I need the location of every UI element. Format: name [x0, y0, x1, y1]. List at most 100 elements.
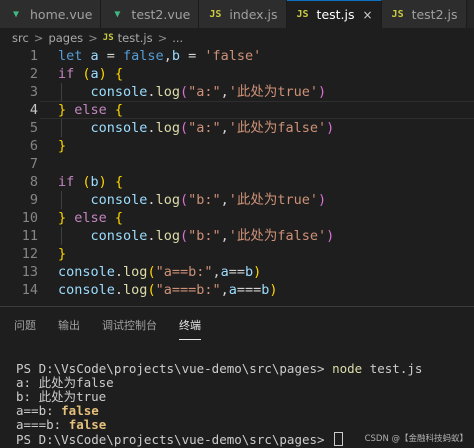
code-line[interactable]: 10} else {	[0, 209, 474, 227]
code-token: )	[326, 228, 335, 244]
code-token: console	[90, 192, 148, 208]
code-token: ,	[220, 84, 229, 100]
breadcrumb-separator: >	[88, 31, 98, 45]
code-token: .	[147, 192, 156, 208]
code-token: .	[114, 282, 124, 298]
js-icon: JS	[209, 8, 222, 20]
terminal-text: a: 此处为false	[16, 375, 114, 390]
code-text: let a = false,b = 'false'	[58, 47, 261, 65]
code-token: let	[58, 48, 91, 64]
code-token: "a==b:"	[155, 264, 213, 280]
panel-tab-0[interactable]: 问题	[14, 312, 36, 340]
code-token: console	[90, 120, 148, 136]
js-icon: JS	[391, 8, 404, 20]
code-line[interactable]: 7	[0, 155, 474, 173]
panel-divider	[0, 306, 474, 307]
line-number: 8	[29, 174, 38, 190]
code-token: console	[58, 264, 115, 280]
breadcrumb-pages[interactable]: pages	[48, 31, 83, 45]
code-token: ,	[220, 228, 229, 244]
tab-test2-js[interactable]: JS test2.js	[381, 0, 467, 28]
watermark: CSDN @【金融科技蚂蚁】	[364, 434, 468, 444]
terminal-text: false	[61, 403, 99, 418]
code-token: false	[123, 48, 164, 64]
tab-home-vue[interactable]: ▼ home.vue	[0, 0, 102, 28]
terminal-line: a: 此处为false	[16, 376, 466, 390]
tab-label: index.js	[229, 6, 278, 22]
panel-tab-2[interactable]: 调试控制台	[102, 312, 157, 340]
panel-tab-1[interactable]: 输出	[58, 312, 80, 340]
breadcrumb-symbol[interactable]: ...	[172, 31, 183, 45]
panel-tab-bar: 问题 输出 调试控制台 终端	[0, 312, 474, 340]
line-number: 3	[29, 84, 38, 100]
code-line[interactable]: 14 console.log("a===b:",a===b)	[0, 281, 474, 299]
code-token: "b:"	[188, 192, 221, 208]
code-line[interactable]: 4} else {	[0, 101, 474, 119]
close-icon[interactable]: ×	[363, 8, 373, 22]
tab-test2-vue[interactable]: ▼ test2.vue	[101, 0, 200, 28]
code-token: log	[123, 282, 148, 298]
code-token: ,	[220, 282, 229, 298]
code-line[interactable]: 11 console.log("b:",'此处为false')	[0, 227, 474, 245]
code-token: a	[90, 48, 99, 64]
code-token: )	[269, 282, 278, 298]
code-token: )	[98, 66, 107, 82]
code-token: log	[155, 120, 180, 136]
line-number: 5	[29, 120, 38, 136]
code-token: if	[58, 66, 83, 82]
terminal-line: b: 此处为true	[16, 390, 466, 404]
line-number: 6	[29, 138, 38, 154]
code-token: .	[147, 84, 156, 100]
code-line[interactable]: 1 let a = false,b = 'false'	[0, 47, 474, 65]
terminal-text: false	[68, 417, 107, 432]
code-line[interactable]: 9 console.log("b:",'此处为true')	[0, 191, 474, 209]
code-token: log	[155, 84, 180, 100]
code-line[interactable]: 12}	[0, 245, 474, 263]
code-text: console.log("a==b:",a==b)	[58, 263, 261, 281]
tab-test-js[interactable]: JS test.js ×	[286, 0, 382, 28]
line-number: 9	[29, 192, 38, 208]
code-line[interactable]: 13 console.log("a==b:",a==b)	[0, 263, 474, 281]
code-line[interactable]: 3 console.log("a:",'此处为true')	[0, 83, 474, 101]
line-number: 10	[21, 210, 38, 226]
code-token: =	[98, 48, 124, 64]
terminal-cursor	[334, 432, 344, 446]
line-number: 14	[21, 282, 38, 298]
code-token: else	[66, 102, 115, 118]
code-line[interactable]: 5 console.log("a:",'此处为false')	[0, 119, 474, 137]
code-token: console	[90, 228, 148, 244]
code-token: .	[147, 228, 156, 244]
code-line[interactable]: 8 if (b) {	[0, 173, 474, 191]
code-token: ,	[212, 264, 221, 280]
line-number: 12	[21, 246, 38, 262]
terminal-line: a===b: false	[16, 418, 466, 432]
vue-icon: ▼	[114, 8, 121, 20]
code-token: (	[179, 192, 189, 208]
breadcrumb-src[interactable]: src	[12, 31, 29, 45]
breadcrumb-file[interactable]: test.js	[118, 31, 153, 45]
code-token: 'false'	[204, 48, 262, 64]
code-token: (	[82, 174, 91, 190]
panel-tab-3[interactable]: 终端	[179, 312, 201, 340]
code-token: )	[253, 264, 262, 280]
code-text: }	[58, 137, 66, 155]
code-token: {	[114, 210, 124, 226]
code-token: console	[90, 84, 148, 100]
code-token: .	[114, 264, 124, 280]
code-line[interactable]: 6}	[0, 137, 474, 155]
code-editor[interactable]: 1 let a = false,b = 'false' 2 if (a) {3 con…	[0, 44, 474, 300]
breadcrumb-separator: >	[157, 31, 168, 45]
code-line[interactable]: 2 if (a) {	[0, 65, 474, 83]
code-token: log	[123, 264, 148, 280]
js-icon: JS	[296, 9, 309, 20]
line-number: 4	[29, 102, 38, 118]
terminal-line: a==b: false	[16, 404, 466, 418]
code-token: log	[155, 228, 180, 244]
tab-index-js[interactable]: JS index.js	[199, 0, 287, 28]
editor-tab-bar: ▼ home.vue ▼ test2.vue JS index.js JS test.js × J…	[0, 0, 474, 29]
code-token: (	[179, 84, 189, 100]
